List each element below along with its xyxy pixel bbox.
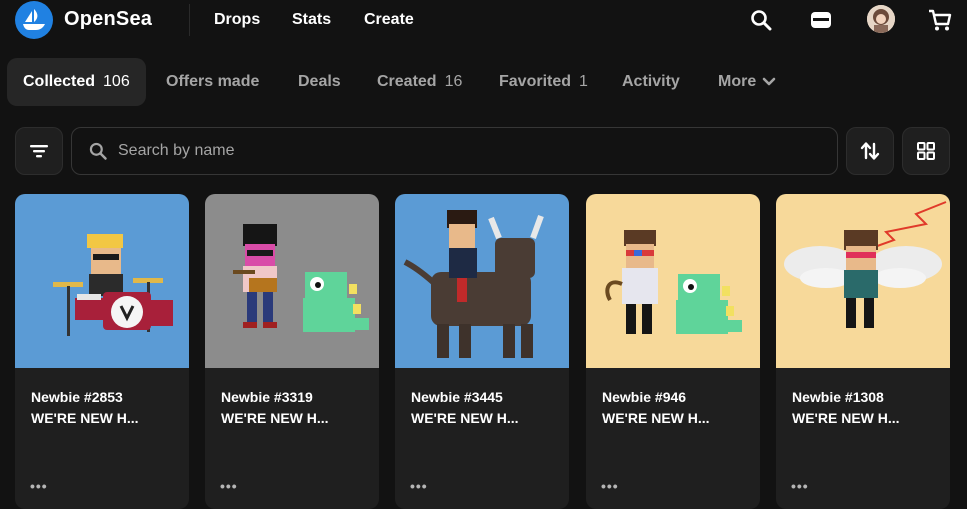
nft-collection: WE'RE NEW H... <box>31 410 139 426</box>
more-options-icon[interactable]: ••• <box>220 478 238 494</box>
nft-title: Newbie #1308 <box>792 389 884 405</box>
sort-button[interactable] <box>846 127 894 175</box>
nft-title: Newbie #946 <box>602 389 687 405</box>
grid-view-button[interactable] <box>902 127 950 175</box>
nft-image[interactable] <box>776 194 950 368</box>
tab-label: Favorited <box>499 73 572 90</box>
tab-label: Offers made <box>166 73 260 90</box>
tab-label: Deals <box>298 73 341 90</box>
nft-collection: WE'RE NEW H... <box>602 410 710 426</box>
tab-count: 106 <box>103 73 130 90</box>
tab-more[interactable]: More <box>702 58 792 106</box>
opensea-logo[interactable] <box>15 1 53 39</box>
filter-icon <box>30 145 48 158</box>
tab-deals[interactable]: Deals <box>282 58 357 106</box>
search-bar[interactable] <box>71 127 838 175</box>
search-icon <box>89 142 107 160</box>
more-options-icon[interactable]: ••• <box>601 478 619 494</box>
grid-icon <box>917 142 935 160</box>
nft-card[interactable]: Newbie #1308 WE'RE NEW H... ••• <box>776 194 950 509</box>
nft-card[interactable]: Newbie #3319 WE'RE NEW H... ••• <box>205 194 379 509</box>
profile-tabs: Collected 106 Offers made Deals Created 16… <box>7 58 967 106</box>
tab-label: More <box>718 73 757 90</box>
tab-label: Created <box>377 73 437 90</box>
nft-card[interactable]: Newbie #3445 WE'RE NEW H... ••• <box>395 194 569 509</box>
nav-create[interactable]: Create <box>364 11 414 29</box>
cart-icon[interactable] <box>926 6 954 34</box>
tab-activity[interactable]: Activity <box>606 58 696 106</box>
more-options-icon[interactable]: ••• <box>791 478 809 494</box>
nft-collection: WE'RE NEW H... <box>411 410 519 426</box>
sort-icon <box>860 142 880 160</box>
nav-stats[interactable]: Stats <box>292 11 331 29</box>
nft-card[interactable]: Newbie #946 WE'RE NEW H... ••• <box>586 194 760 509</box>
nav-divider <box>189 4 190 36</box>
top-nav: OpenSea Drops Stats Create <box>0 0 967 40</box>
nft-image[interactable] <box>205 194 379 368</box>
nft-card[interactable]: Newbie #2853 WE'RE NEW H... ••• <box>15 194 189 509</box>
more-options-icon[interactable]: ••• <box>30 478 48 494</box>
nft-title: Newbie #3319 <box>221 389 313 405</box>
chevron-down-icon <box>762 77 776 86</box>
tab-label: Activity <box>622 73 680 90</box>
search-input[interactable] <box>118 142 798 160</box>
tab-created[interactable]: Created 16 <box>361 58 478 106</box>
nft-collection: WE'RE NEW H... <box>792 410 900 426</box>
nav-drops[interactable]: Drops <box>214 11 260 29</box>
nft-title: Newbie #3445 <box>411 389 503 405</box>
nft-image[interactable] <box>395 194 569 368</box>
tab-collected[interactable]: Collected 106 <box>7 58 146 106</box>
more-options-icon[interactable]: ••• <box>410 478 428 494</box>
search-icon[interactable] <box>747 6 775 34</box>
tab-offers-made[interactable]: Offers made <box>150 58 275 106</box>
filter-button[interactable] <box>15 127 63 175</box>
tab-label: Collected <box>23 73 96 90</box>
tab-count: 16 <box>444 73 463 90</box>
wallet-icon[interactable] <box>807 6 835 34</box>
nft-image[interactable] <box>15 194 189 368</box>
tab-count: 1 <box>579 73 588 90</box>
boat-icon <box>23 9 45 30</box>
tab-favorited[interactable]: Favorited 1 <box>483 58 604 106</box>
nft-image[interactable] <box>586 194 760 368</box>
brand-name[interactable]: OpenSea <box>64 8 152 31</box>
nft-title: Newbie #2853 <box>31 389 123 405</box>
avatar[interactable] <box>867 5 895 33</box>
nft-collection: WE'RE NEW H... <box>221 410 329 426</box>
